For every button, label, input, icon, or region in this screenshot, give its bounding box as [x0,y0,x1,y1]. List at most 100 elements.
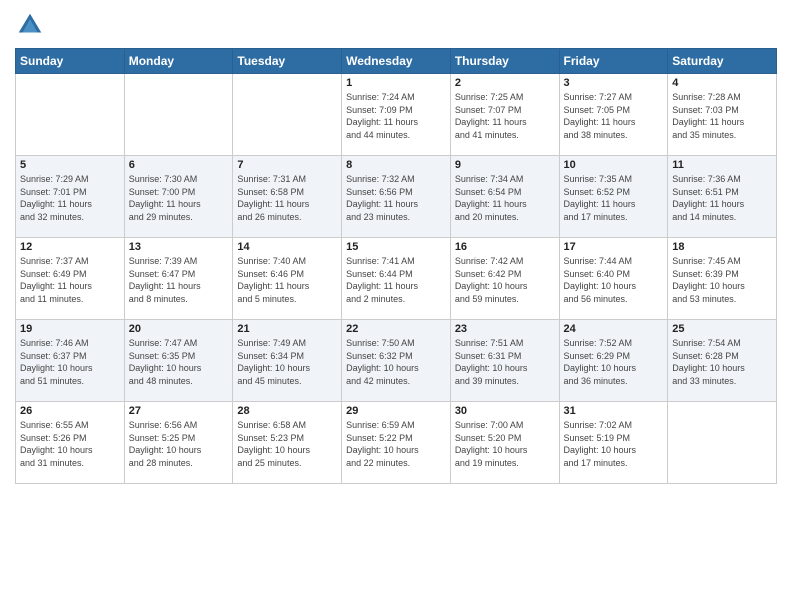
logo-icon [15,10,45,40]
day-info: Sunrise: 7:29 AM Sunset: 7:01 PM Dayligh… [20,173,120,223]
calendar-cell [124,74,233,156]
calendar-cell: 26 Sunrise: 6:55 AM Sunset: 5:26 PM Dayli… [16,402,125,484]
calendar-cell: 19 Sunrise: 7:46 AM Sunset: 6:37 PM Dayli… [16,320,125,402]
calendar-cell: 16 Sunrise: 7:42 AM Sunset: 6:42 PM Dayli… [450,238,559,320]
day-info: Sunrise: 7:49 AM Sunset: 6:34 PM Dayligh… [237,337,337,387]
day-info: Sunrise: 7:34 AM Sunset: 6:54 PM Dayligh… [455,173,555,223]
day-info: Sunrise: 7:45 AM Sunset: 6:39 PM Dayligh… [672,255,772,305]
calendar-cell [16,74,125,156]
day-info: Sunrise: 6:56 AM Sunset: 5:25 PM Dayligh… [129,419,229,469]
day-number: 23 [455,323,555,335]
day-number: 25 [672,323,772,335]
day-info: Sunrise: 7:37 AM Sunset: 6:49 PM Dayligh… [20,255,120,305]
day-number: 27 [129,405,229,417]
calendar-cell: 29 Sunrise: 6:59 AM Sunset: 5:22 PM Dayli… [342,402,451,484]
calendar-cell: 17 Sunrise: 7:44 AM Sunset: 6:40 PM Dayli… [559,238,668,320]
day-info: Sunrise: 7:40 AM Sunset: 6:46 PM Dayligh… [237,255,337,305]
day-number: 12 [20,241,120,253]
calendar-cell: 28Sunrise: 6:58 AM Sunset: 5:23 PM Dayli… [233,402,342,484]
day-number: 30 [455,405,555,417]
day-number: 22 [346,323,446,335]
day-info: Sunrise: 7:35 AM Sunset: 6:52 PM Dayligh… [564,173,664,223]
day-info: Sunrise: 7:28 AM Sunset: 7:03 PM Dayligh… [672,91,772,141]
weekday-header: Saturday [668,49,777,74]
calendar-week-row: 12 Sunrise: 7:37 AM Sunset: 6:49 PM Dayli… [16,238,777,320]
day-number: 4 [672,77,772,89]
calendar-week-row: 26 Sunrise: 6:55 AM Sunset: 5:26 PM Dayli… [16,402,777,484]
calendar-cell: 4 Sunrise: 7:28 AM Sunset: 7:03 PM Daylig… [668,74,777,156]
calendar-table: SundayMondayTuesdayWednesdayThursdayFrid… [15,48,777,484]
calendar-cell: 9 Sunrise: 7:34 AM Sunset: 6:54 PM Daylig… [450,156,559,238]
day-number: 1 [346,77,446,89]
day-info: Sunrise: 7:39 AM Sunset: 6:47 PM Dayligh… [129,255,229,305]
day-number: 10 [564,159,664,171]
day-number: 15 [346,241,446,253]
calendar-cell: 8 Sunrise: 7:32 AM Sunset: 6:56 PM Daylig… [342,156,451,238]
day-info: Sunrise: 7:27 AM Sunset: 7:05 PM Dayligh… [564,91,664,141]
day-number: 20 [129,323,229,335]
calendar-cell: 25 Sunrise: 7:54 AM Sunset: 6:28 PM Dayli… [668,320,777,402]
day-number: 28 [237,405,337,417]
day-info: Sunrise: 7:32 AM Sunset: 6:56 PM Dayligh… [346,173,446,223]
day-number: 8 [346,159,446,171]
logo [15,10,49,40]
day-info: Sunrise: 7:31 AM Sunset: 6:58 PM Dayligh… [237,173,337,223]
day-info: Sunrise: 7:25 AM Sunset: 7:07 PM Dayligh… [455,91,555,141]
calendar-cell: 20 Sunrise: 7:47 AM Sunset: 6:35 PM Dayli… [124,320,233,402]
day-number: 16 [455,241,555,253]
day-info: Sunrise: 7:51 AM Sunset: 6:31 PM Dayligh… [455,337,555,387]
day-number: 17 [564,241,664,253]
day-info: Sunrise: 7:42 AM Sunset: 6:42 PM Dayligh… [455,255,555,305]
day-number: 31 [564,405,664,417]
calendar-week-row: 5 Sunrise: 7:29 AM Sunset: 7:01 PM Daylig… [16,156,777,238]
day-number: 2 [455,77,555,89]
day-info: Sunrise: 7:47 AM Sunset: 6:35 PM Dayligh… [129,337,229,387]
calendar-cell: 11 Sunrise: 7:36 AM Sunset: 6:51 PM Dayli… [668,156,777,238]
day-number: 13 [129,241,229,253]
day-info: Sunrise: 7:44 AM Sunset: 6:40 PM Dayligh… [564,255,664,305]
calendar-cell [233,74,342,156]
day-number: 6 [129,159,229,171]
day-number: 24 [564,323,664,335]
day-number: 19 [20,323,120,335]
calendar-cell: 18 Sunrise: 7:45 AM Sunset: 6:39 PM Dayli… [668,238,777,320]
day-info: Sunrise: 7:41 AM Sunset: 6:44 PM Dayligh… [346,255,446,305]
calendar-cell: 12 Sunrise: 7:37 AM Sunset: 6:49 PM Dayli… [16,238,125,320]
calendar-week-row: 1Sunrise: 7:24 AM Sunset: 7:09 PM Daylig… [16,74,777,156]
day-info: Sunrise: 7:46 AM Sunset: 6:37 PM Dayligh… [20,337,120,387]
day-info: Sunrise: 7:02 AM Sunset: 5:19 PM Dayligh… [564,419,664,469]
day-info: Sunrise: 7:30 AM Sunset: 7:00 PM Dayligh… [129,173,229,223]
calendar-cell: 30Sunrise: 7:00 AM Sunset: 5:20 PM Dayli… [450,402,559,484]
calendar-cell [668,402,777,484]
calendar-cell: 27 Sunrise: 6:56 AM Sunset: 5:25 PM Dayli… [124,402,233,484]
day-info: Sunrise: 7:36 AM Sunset: 6:51 PM Dayligh… [672,173,772,223]
day-number: 29 [346,405,446,417]
calendar-cell: 23 Sunrise: 7:51 AM Sunset: 6:31 PM Dayli… [450,320,559,402]
day-info: Sunrise: 7:52 AM Sunset: 6:29 PM Dayligh… [564,337,664,387]
page-container: SundayMondayTuesdayWednesdayThursdayFrid… [0,0,792,612]
page-header [15,10,777,40]
calendar-cell: 2 Sunrise: 7:25 AM Sunset: 7:07 PM Daylig… [450,74,559,156]
calendar-cell: 21Sunrise: 7:49 AM Sunset: 6:34 PM Dayli… [233,320,342,402]
calendar-cell: 14Sunrise: 7:40 AM Sunset: 6:46 PM Dayli… [233,238,342,320]
day-info: Sunrise: 7:50 AM Sunset: 6:32 PM Dayligh… [346,337,446,387]
day-number: 5 [20,159,120,171]
calendar-header-row: SundayMondayTuesdayWednesdayThursdayFrid… [16,49,777,74]
calendar-cell: 5 Sunrise: 7:29 AM Sunset: 7:01 PM Daylig… [16,156,125,238]
day-number: 18 [672,241,772,253]
weekday-header: Monday [124,49,233,74]
day-info: Sunrise: 7:54 AM Sunset: 6:28 PM Dayligh… [672,337,772,387]
calendar-cell: 6 Sunrise: 7:30 AM Sunset: 7:00 PM Daylig… [124,156,233,238]
calendar-cell: 24 Sunrise: 7:52 AM Sunset: 6:29 PM Dayli… [559,320,668,402]
day-number: 9 [455,159,555,171]
weekday-header: Thursday [450,49,559,74]
day-number: 11 [672,159,772,171]
day-info: Sunrise: 6:59 AM Sunset: 5:22 PM Dayligh… [346,419,446,469]
calendar-cell: 22 Sunrise: 7:50 AM Sunset: 6:32 PM Dayli… [342,320,451,402]
day-info: Sunrise: 6:55 AM Sunset: 5:26 PM Dayligh… [20,419,120,469]
weekday-header: Tuesday [233,49,342,74]
calendar-cell: 15 Sunrise: 7:41 AM Sunset: 6:44 PM Dayli… [342,238,451,320]
calendar-week-row: 19 Sunrise: 7:46 AM Sunset: 6:37 PM Dayli… [16,320,777,402]
day-number: 26 [20,405,120,417]
day-number: 7 [237,159,337,171]
